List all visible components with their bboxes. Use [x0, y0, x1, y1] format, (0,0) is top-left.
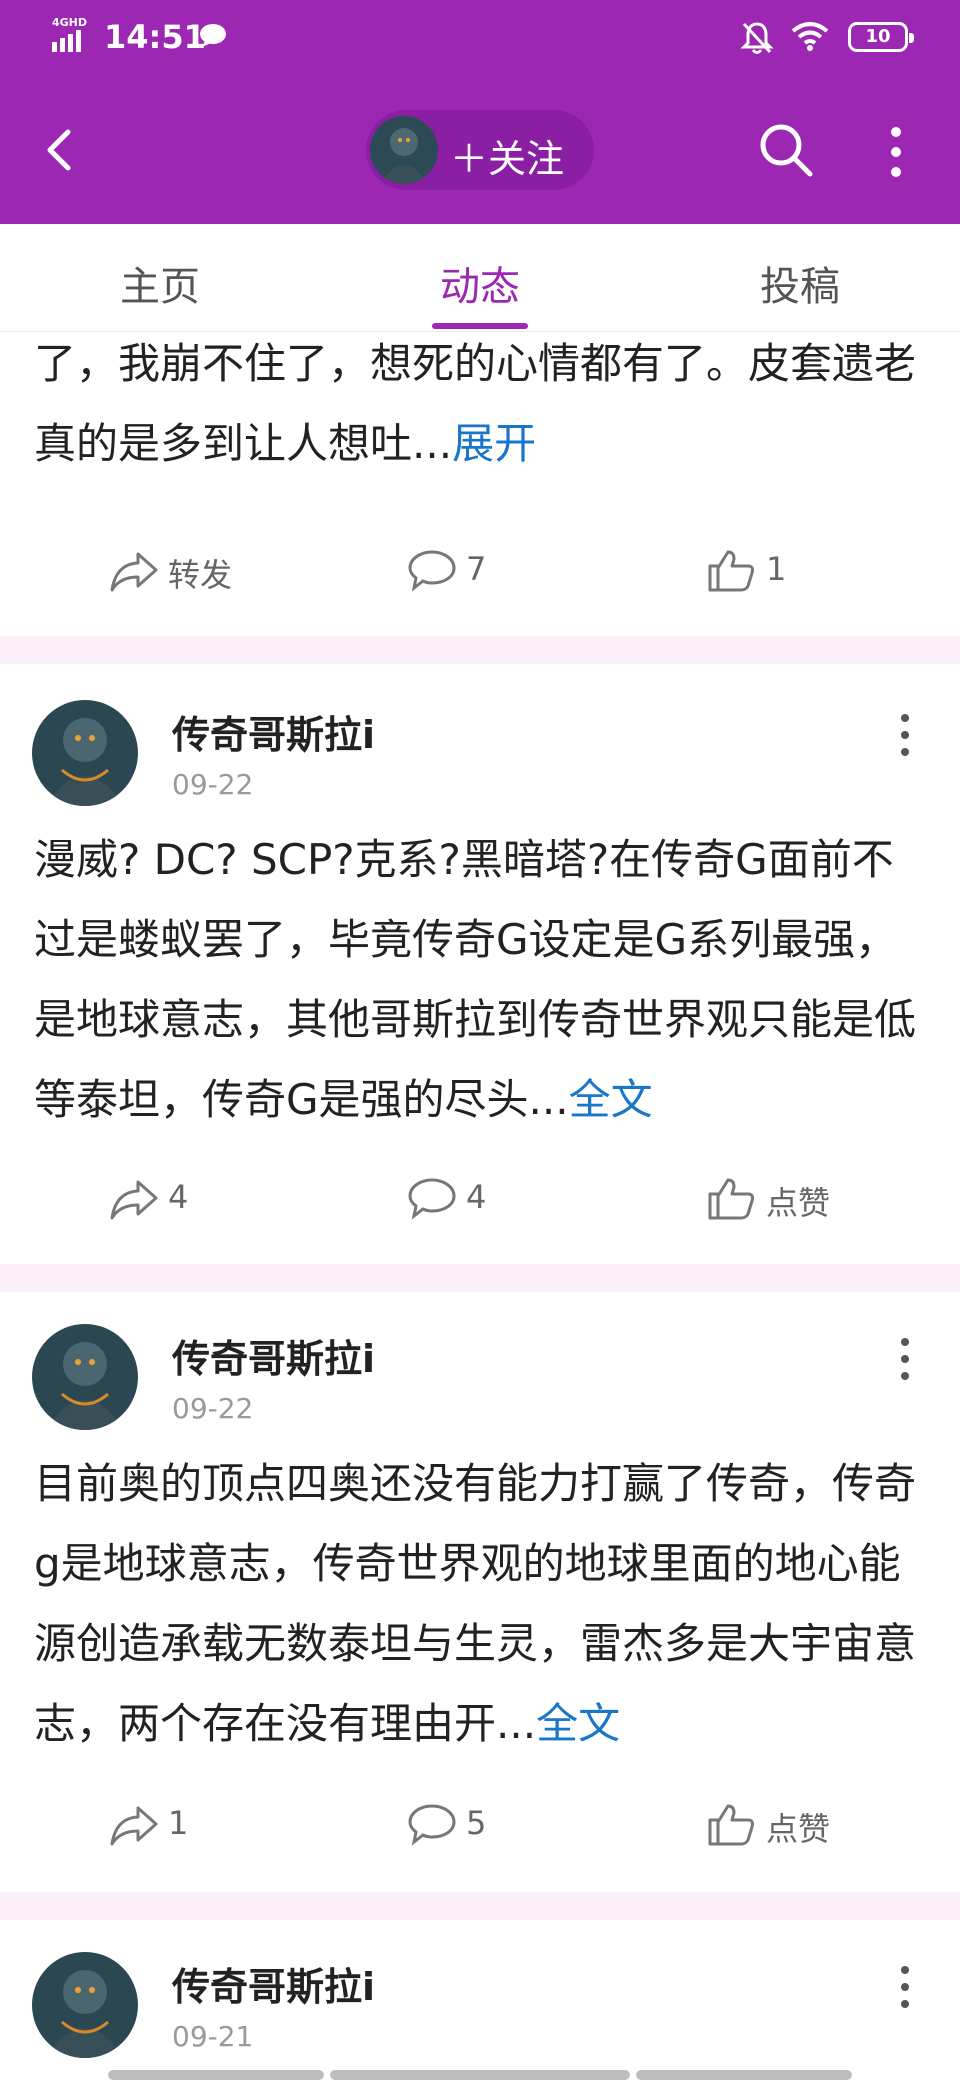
network-type: 4GHD: [52, 16, 88, 29]
author-name[interactable]: 传奇哥斯拉i: [172, 1956, 375, 2011]
thumbs-up-icon: [708, 550, 754, 592]
post-separator: [0, 1892, 960, 1920]
share-icon: [110, 552, 158, 592]
share-button[interactable]: 1: [108, 1794, 258, 1854]
post-card: 传奇哥斯拉i 09-22 目前奥的顶点四奥还没有能力打赢了传奇，传奇g是地球意志…: [0, 1292, 960, 1892]
post-date: 09-22: [172, 768, 254, 801]
active-tab-indicator: [432, 323, 528, 329]
tab-submissions[interactable]: 投稿: [700, 254, 900, 312]
full-text-link[interactable]: 全文: [536, 1699, 620, 1748]
comment-button[interactable]: 4: [406, 1168, 566, 1228]
comment-icon: [408, 1804, 456, 1846]
search-icon[interactable]: [756, 120, 816, 180]
comment-icon: [408, 1178, 456, 1220]
post-text[interactable]: 漫威? DC? SCP?克系?黑暗塔?在传奇G面前不过是蝼蚁罢了，毕竟传奇G设定…: [34, 820, 934, 1140]
top-nav-bar: ＋关注: [0, 76, 960, 224]
share-icon: [110, 1180, 158, 1220]
chat-bubble-icon: [200, 24, 226, 47]
avatar: [370, 116, 438, 184]
author-name[interactable]: 传奇哥斯拉i: [172, 704, 375, 759]
post-card: 传奇哥斯拉i 09-21: [0, 1920, 960, 2080]
feed[interactable]: 了，我崩不住了，想死的心情都有了。皮套遗老真的是多到让人想吐...展开 转发 7…: [0, 332, 960, 2080]
signal-icon: 4GHD: [52, 16, 100, 56]
more-icon[interactable]: [882, 122, 910, 182]
avatar[interactable]: [32, 1952, 138, 2058]
like-button[interactable]: 1: [706, 540, 866, 600]
post-text[interactable]: 了，我崩不住了，想死的心情都有了。皮套遗老真的是多到让人想吐...展开: [34, 332, 934, 484]
author-name[interactable]: 传奇哥斯拉i: [172, 1328, 375, 1383]
post-more-icon[interactable]: [890, 1334, 920, 1384]
image-preview-strip: [108, 2070, 852, 2080]
share-button[interactable]: 4: [108, 1168, 258, 1228]
post-date: 09-22: [172, 1392, 254, 1425]
follow-button[interactable]: ＋关注: [366, 110, 594, 190]
post-card: 了，我崩不住了，想死的心情都有了。皮套遗老真的是多到让人想吐...展开 转发 7…: [0, 332, 960, 636]
avatar[interactable]: [32, 1324, 138, 1430]
post-separator: [0, 1264, 960, 1292]
mute-bell-icon: [740, 22, 774, 54]
battery-icon: 10: [848, 22, 914, 52]
tab-home[interactable]: 主页: [60, 254, 260, 312]
follow-label: ＋关注: [450, 137, 565, 181]
wifi-icon: [791, 22, 829, 51]
share-icon: [110, 1806, 158, 1846]
post-separator: [0, 636, 960, 664]
comment-icon: [408, 550, 456, 592]
status-bar: 4GHD 14:51 10: [0, 0, 960, 76]
full-text-link[interactable]: 全文: [569, 1075, 653, 1124]
thumbs-up-icon: [708, 1804, 754, 1846]
battery-level: 10: [865, 26, 891, 47]
post-card: 传奇哥斯拉i 09-22 漫威? DC? SCP?克系?黑暗塔?在传奇G面前不过…: [0, 664, 960, 1264]
comment-button[interactable]: 7: [406, 540, 566, 600]
post-text[interactable]: 目前奥的顶点四奥还没有能力打赢了传奇，传奇g是地球意志，传奇世界观的地球里面的地…: [34, 1444, 934, 1764]
like-button[interactable]: 点赞: [706, 1794, 886, 1854]
tab-dynamic[interactable]: 动态: [380, 254, 580, 312]
thumbs-up-icon: [708, 1178, 754, 1220]
back-icon[interactable]: [36, 118, 84, 182]
avatar[interactable]: [32, 700, 138, 806]
post-date: 09-21: [172, 2020, 254, 2053]
post-more-icon[interactable]: [890, 1962, 920, 2012]
status-time: 14:51: [104, 18, 206, 56]
comment-button[interactable]: 5: [406, 1794, 566, 1854]
share-button[interactable]: 转发: [108, 540, 308, 600]
expand-link[interactable]: 展开: [452, 419, 536, 468]
like-button[interactable]: 点赞: [706, 1168, 886, 1228]
post-more-icon[interactable]: [890, 710, 920, 760]
tab-bar: 主页 动态 投稿: [0, 224, 960, 332]
